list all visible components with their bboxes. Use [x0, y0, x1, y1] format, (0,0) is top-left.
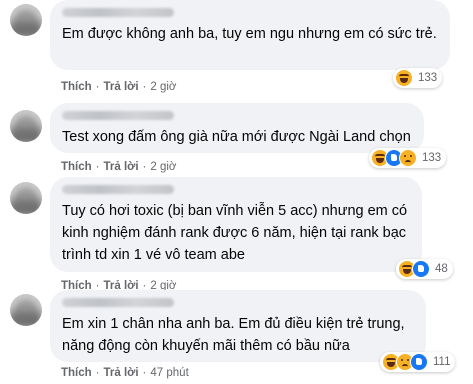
like-button[interactable]: Thích [61, 81, 92, 93]
author-name[interactable] [62, 298, 174, 307]
reply-button[interactable]: Trả lời [104, 161, 139, 173]
avatar[interactable] [10, 110, 42, 142]
reply-button[interactable]: Trả lời [104, 81, 139, 93]
sad-icon [399, 149, 417, 167]
reaction-summary[interactable]: 133 [369, 148, 447, 168]
comment-time[interactable]: 2 giờ [150, 161, 176, 173]
comment-text: Test xong đấm ông già nữa mới được Ngài … [62, 129, 411, 145]
like-icon [410, 353, 428, 371]
comment-bubble: Tuy có hơi toxic (bị ban vĩnh viễn 5 acc… [50, 177, 422, 272]
author-name[interactable] [62, 185, 174, 194]
avatar[interactable] [10, 294, 42, 326]
avatar[interactable] [10, 4, 42, 36]
reaction-count: 133 [422, 152, 442, 164]
comment-actions: Thích · Trả lời · 47 phút [61, 367, 189, 379]
comment-actions: Thích · Trả lời · 2 giờ [61, 81, 177, 93]
comment-bubble: Em được không anh ba, tuy em ngu nhưng e… [50, 0, 450, 70]
comment-time[interactable]: 2 giờ [150, 81, 176, 93]
comment-bubble: Em xin 1 chân nha anh ba. Em đủ điều kiệ… [50, 290, 426, 362]
comment-text: Tuy có hơi toxic (bị ban vĩnh viễn 5 acc… [62, 203, 408, 263]
comment-text: Em xin 1 chân nha anh ba. Em đủ điều kiệ… [62, 316, 405, 354]
reaction-count: 133 [418, 72, 438, 84]
comment-actions: Thích · Trả lời · 2 giờ [61, 161, 177, 173]
reply-button[interactable]: Trả lời [104, 367, 139, 379]
reaction-count: 48 [435, 263, 448, 275]
like-button[interactable]: Thích [61, 367, 92, 379]
comment-time[interactable]: 47 phút [150, 367, 188, 379]
reaction-summary[interactable]: 111 [380, 352, 456, 372]
comment-bubble: Test xong đấm ông già nữa mới được Ngài … [50, 103, 424, 153]
reaction-count: 111 [433, 356, 451, 368]
like-button[interactable]: Thích [61, 161, 92, 173]
avatar[interactable] [10, 182, 42, 214]
author-name[interactable] [62, 8, 174, 17]
reaction-summary[interactable]: 48 [396, 259, 453, 279]
haha-icon [395, 69, 413, 87]
author-name[interactable] [62, 111, 174, 120]
like-icon [412, 260, 430, 278]
reaction-summary[interactable]: 133 [393, 68, 443, 88]
comment-text: Em được không anh ba, tuy em ngu nhưng e… [62, 26, 437, 42]
